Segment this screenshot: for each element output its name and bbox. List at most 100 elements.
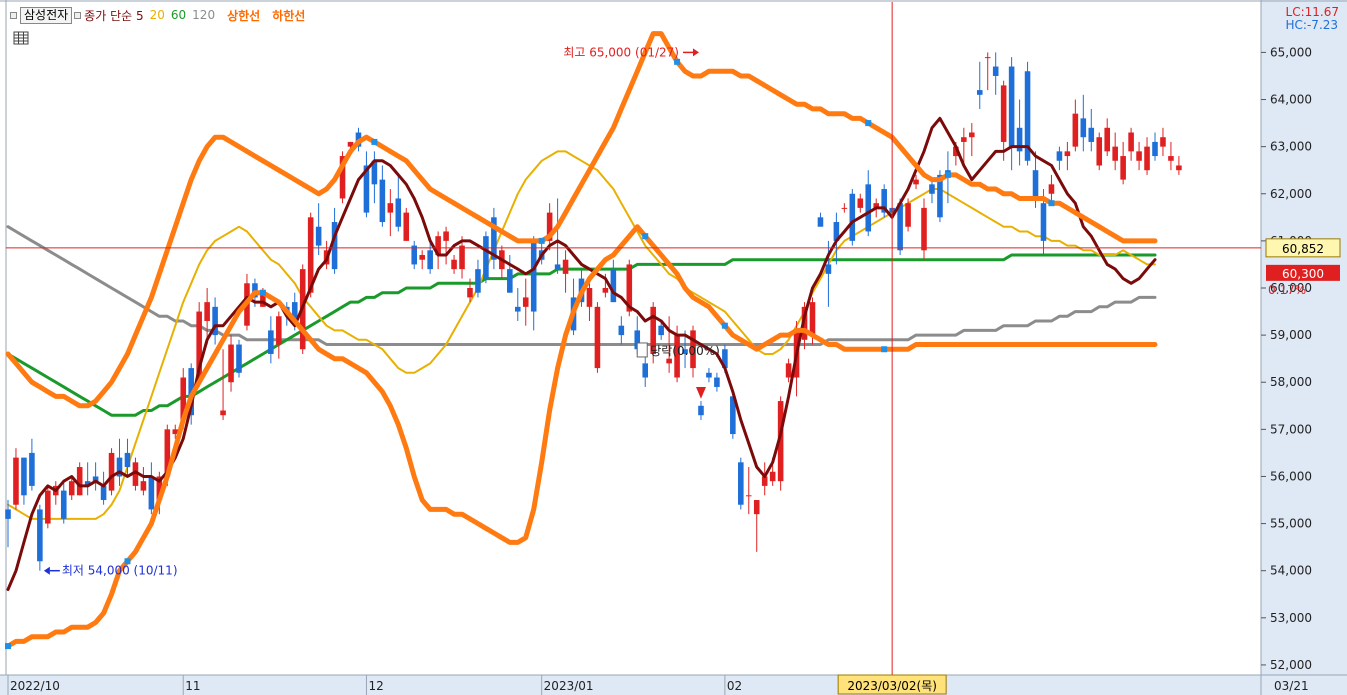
candle-body	[602, 287, 609, 293]
candle-body	[658, 325, 664, 336]
candle-body	[913, 179, 919, 185]
legend-toggle-icon[interactable]	[10, 11, 17, 19]
candle-body	[961, 137, 967, 142]
candle-body	[514, 306, 521, 312]
envelope-marker	[538, 237, 545, 244]
candle-body	[21, 457, 27, 496]
ticker-label[interactable]: 삼성전자	[20, 6, 73, 24]
candle-body	[1176, 165, 1182, 171]
candle-body	[1088, 127, 1095, 142]
y-tick-label: 64,000	[1270, 93, 1312, 107]
candle-body	[1032, 170, 1039, 199]
y-tick-label: 52,000	[1270, 658, 1312, 672]
candle-body	[276, 316, 282, 345]
candle-body	[451, 259, 457, 270]
candle-body	[1144, 146, 1150, 171]
candle-body	[228, 344, 234, 383]
candle-body	[1112, 146, 1118, 161]
candle-body	[1136, 151, 1142, 161]
candle-body	[60, 490, 67, 519]
candle-body	[984, 57, 991, 59]
candle-body	[522, 297, 529, 307]
candle-body	[1008, 66, 1015, 147]
envelope-marker	[642, 233, 649, 240]
candle-body	[698, 405, 704, 416]
y-tick-label: 54,000	[1270, 564, 1312, 578]
candle-body	[841, 207, 848, 209]
candle-body	[204, 302, 210, 321]
candle-body	[785, 363, 792, 378]
candle-body	[411, 245, 418, 265]
mid-annotation-box	[636, 342, 648, 358]
candle-body	[610, 269, 617, 303]
candle-body	[1104, 127, 1110, 152]
envelope-marker	[881, 346, 888, 353]
ma20-label: 20	[149, 8, 165, 22]
candle-body	[992, 66, 999, 76]
candle-body	[865, 184, 872, 232]
candle-body	[13, 457, 19, 505]
candle-body	[467, 287, 473, 298]
candle-body	[849, 193, 856, 241]
envelope-marker	[674, 58, 681, 65]
candle-body	[1080, 118, 1087, 138]
y-tick-label: 58,000	[1270, 375, 1312, 389]
candle-body	[427, 250, 433, 270]
candle-body	[530, 240, 537, 312]
candle-body	[140, 481, 147, 491]
x-tick-label: 2022/10	[10, 679, 60, 693]
x-tick-label: 11	[185, 679, 200, 693]
date-axis[interactable]	[0, 675, 1347, 695]
candle-body	[1040, 203, 1047, 241]
candle-body	[1064, 151, 1071, 157]
upper-band-label: 상한선	[227, 8, 261, 23]
candle-body	[586, 287, 593, 307]
candle-body	[443, 231, 449, 241]
envelope-marker	[721, 322, 728, 329]
ma-label: 종가 단순 5	[84, 8, 144, 23]
candle-body	[1168, 156, 1174, 161]
candle-body	[969, 132, 975, 138]
candle-body	[507, 269, 513, 293]
ma120-label: 120	[192, 8, 216, 22]
envelope-marker	[865, 120, 872, 127]
candle-body	[1120, 156, 1126, 180]
x-tick-label: 03/21	[1274, 679, 1309, 693]
candle-body	[148, 476, 155, 510]
ma-toggle-icon[interactable]	[74, 11, 82, 19]
candle-body	[554, 264, 561, 270]
candle-body	[1072, 113, 1079, 147]
candle-body	[419, 255, 425, 260]
envelope-marker	[1048, 200, 1055, 207]
lower-band-label: 하한선	[272, 8, 306, 23]
current-price-label: 60,852	[1282, 242, 1324, 256]
candle-body	[483, 236, 489, 279]
candle-body	[642, 363, 649, 378]
candle-body	[929, 184, 935, 194]
y-tick-label: 62,000	[1270, 187, 1312, 201]
x-tick-label: 12	[368, 679, 383, 693]
y-tick-label: 56,000	[1270, 469, 1312, 483]
candle-body	[1056, 151, 1063, 161]
ma60-label: 60	[170, 8, 187, 22]
envelope-marker	[5, 643, 11, 650]
candle-body	[738, 462, 744, 505]
grid-table-icon[interactable]	[13, 31, 29, 45]
envelope-marker	[944, 171, 951, 178]
y-tick-label: 57,000	[1270, 422, 1312, 436]
candle-body	[897, 203, 903, 251]
candle-body	[236, 344, 242, 373]
envelope-marker	[259, 289, 266, 296]
candle-body	[1000, 85, 1007, 142]
candle-body	[395, 198, 402, 227]
last-close-label: 60,300	[1282, 267, 1324, 281]
candle-body	[29, 452, 35, 486]
x-tick-label: 02	[727, 679, 742, 693]
candle-body	[714, 377, 720, 387]
candle-body	[769, 471, 776, 482]
candle-body	[594, 306, 601, 369]
candle-body	[1128, 132, 1134, 152]
change-pct-label: 0.17%	[1268, 283, 1306, 297]
candle-body	[905, 203, 911, 227]
candle-body	[921, 207, 927, 251]
